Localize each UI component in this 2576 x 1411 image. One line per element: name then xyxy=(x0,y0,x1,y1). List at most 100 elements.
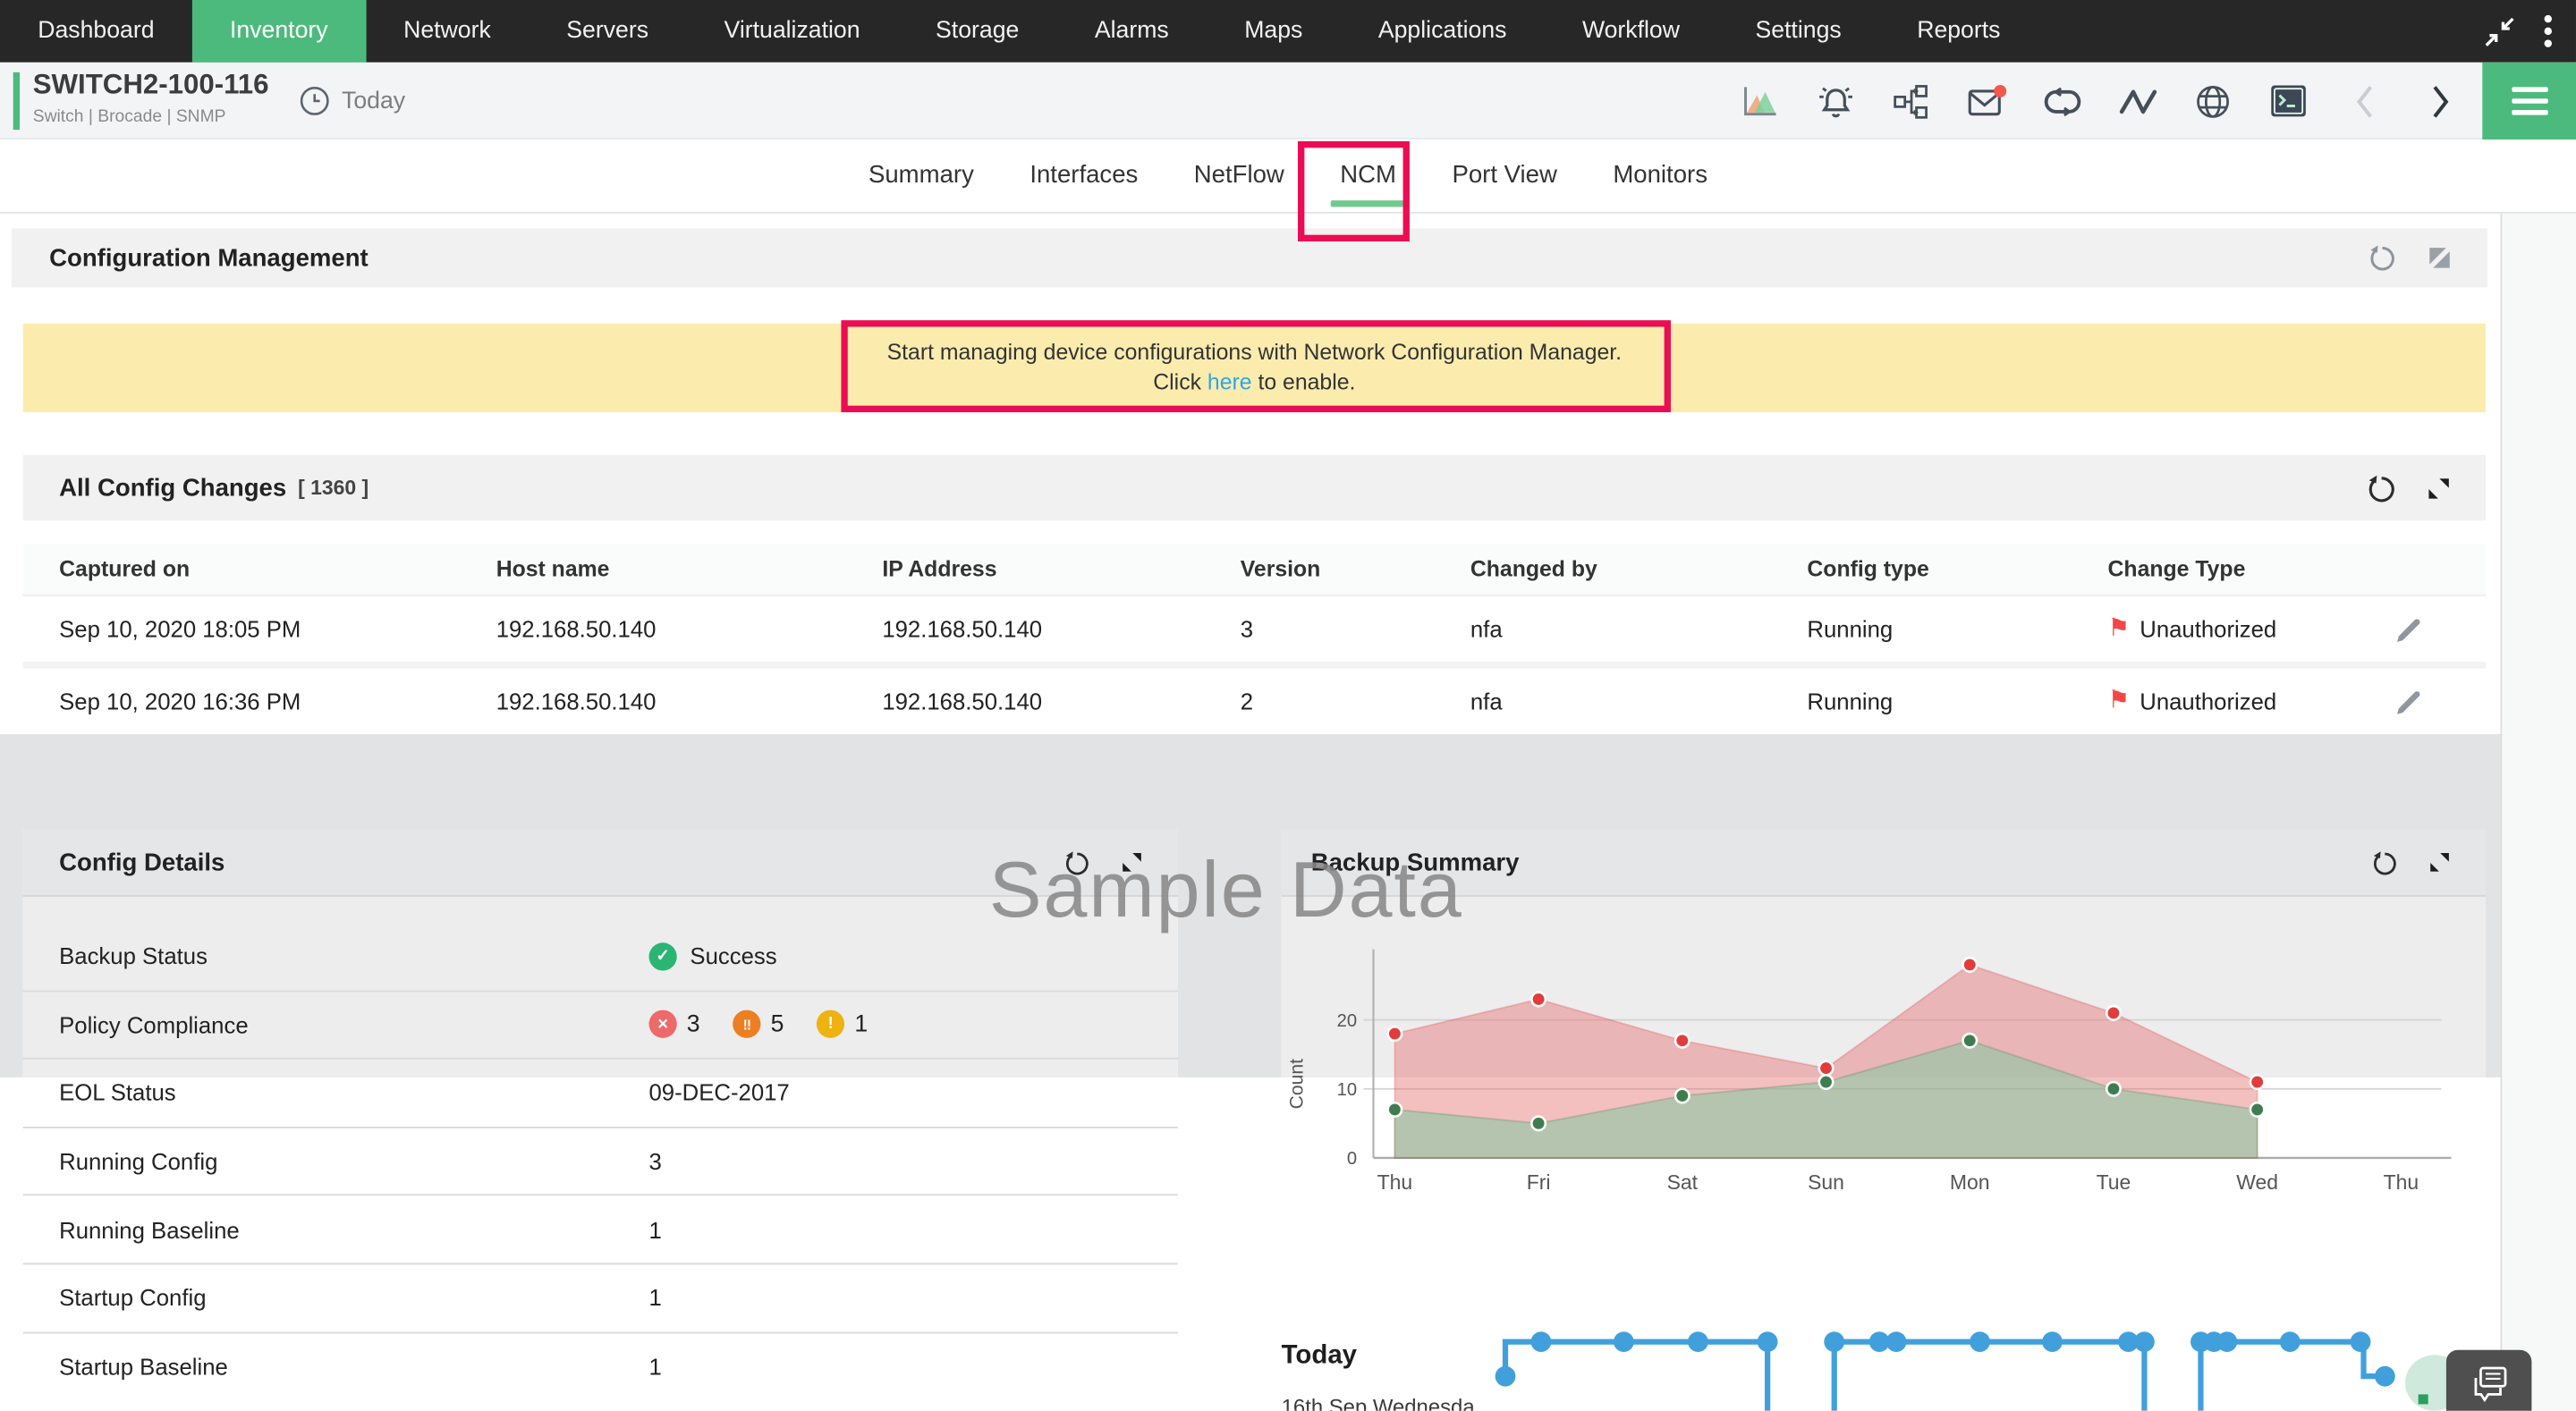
tab-summary[interactable]: Summary xyxy=(841,139,1002,212)
banner-line2-prefix: Click xyxy=(1153,369,1201,394)
major-count: 5 xyxy=(771,1011,784,1037)
device-severity-bar xyxy=(13,72,20,130)
unauthorized-flag-icon: ⚑ xyxy=(2108,618,2131,641)
today-timeline-chart xyxy=(1475,1305,2415,1411)
svg-text:Mon: Mon xyxy=(1950,1170,1990,1194)
device-tabbar: SummaryInterfacesNetFlowNCMPort ViewMoni… xyxy=(0,139,2576,214)
expand-button[interactable] xyxy=(2428,477,2450,499)
column-header-captured-on: Captured on xyxy=(59,557,496,582)
main-nav: DashboardInventoryNetworkServersVirtuali… xyxy=(0,0,2576,63)
edit-config-button[interactable] xyxy=(2395,688,2423,715)
cell-host-name: 192.168.50.140 xyxy=(496,689,883,714)
app-window: DashboardInventoryNetworkServersVirtuali… xyxy=(0,0,2576,1411)
terminal-icon[interactable] xyxy=(2250,63,2326,139)
chevron-left-icon[interactable] xyxy=(2326,63,2402,139)
status-text: Success xyxy=(690,943,776,969)
detail-value: 1 xyxy=(649,1285,1178,1311)
nav-item-virtualization[interactable]: Virtualization xyxy=(686,0,898,63)
configuration-management-bar: Configuration Management xyxy=(12,228,2487,287)
nav-item-settings[interactable]: Settings xyxy=(1717,0,1879,63)
column-header-changed-by: Changed by xyxy=(1470,557,1808,582)
cell-changed-by: nfa xyxy=(1470,689,1808,714)
config-change-row: Sep 10, 2020 16:36 PM192.168.50.140192.1… xyxy=(23,669,2486,734)
chat-support-button[interactable] xyxy=(2446,1350,2532,1411)
refresh-button[interactable] xyxy=(2368,474,2395,502)
device-menu-button[interactable] xyxy=(2482,63,2576,139)
collapse-icon[interactable] xyxy=(2484,15,2515,46)
ncm-enable-banner: Start managing device configurations wit… xyxy=(23,324,2486,412)
config-detail-row-running-baseline: Running Baseline1 xyxy=(23,1196,1178,1264)
main-nav-items: DashboardInventoryNetworkServersVirtuali… xyxy=(0,0,2038,63)
nav-item-maps[interactable]: Maps xyxy=(1207,0,1341,63)
detail-label: Running Baseline xyxy=(59,1216,648,1242)
config-changes-header-row: Captured onHost nameIP AddressVersionCha… xyxy=(23,544,2486,596)
mail-icon[interactable] xyxy=(1948,63,2023,139)
major-badge-icon: !! xyxy=(733,1010,760,1038)
tab-ncm[interactable]: NCM xyxy=(1312,139,1424,212)
sample-data-watermark: Sample Data xyxy=(989,846,1463,936)
change-type-label: Unauthorized xyxy=(2140,616,2276,642)
time-range-picker[interactable]: Today xyxy=(299,63,405,139)
enable-here-link[interactable]: here xyxy=(1208,369,1252,394)
tab-netflow[interactable]: NetFlow xyxy=(1166,139,1312,212)
row-separator xyxy=(23,662,2486,668)
compliance-critical: ×3 xyxy=(649,1010,700,1038)
edit-config-button[interactable] xyxy=(2395,615,2423,643)
success-check-icon: ✓ xyxy=(649,942,677,970)
device-header: SWITCH2-100-116 Switch | Brocade | SNMP … xyxy=(0,63,2576,139)
nav-item-applications[interactable]: Applications xyxy=(1341,0,1545,63)
svg-text:Thu: Thu xyxy=(1377,1170,1413,1194)
tab-port-view[interactable]: Port View xyxy=(1424,139,1585,212)
column-header-ip-address: IP Address xyxy=(882,557,1240,582)
cell-config-type: Running xyxy=(1807,689,2107,714)
detail-label: Policy Compliance xyxy=(59,1011,648,1037)
config-details-title: Config Details xyxy=(59,849,225,876)
config-detail-row-running-config: Running Config3 xyxy=(23,1128,1178,1196)
nav-item-alarms[interactable]: Alarms xyxy=(1057,0,1207,63)
detach-button[interactable] xyxy=(2428,247,2452,270)
alarm-bell-icon[interactable] xyxy=(1797,63,1872,139)
tab-interfaces[interactable]: Interfaces xyxy=(1002,139,1165,212)
refresh-button[interactable] xyxy=(2372,850,2397,875)
pulse-icon[interactable] xyxy=(2099,63,2174,139)
nav-item-servers[interactable]: Servers xyxy=(529,0,686,63)
detail-value: 1 xyxy=(649,1354,1178,1380)
detail-label: Running Config xyxy=(59,1148,648,1174)
nav-item-workflow[interactable]: Workflow xyxy=(1545,0,1718,63)
detail-value: ✓ Success xyxy=(649,942,1178,970)
nav-item-storage[interactable]: Storage xyxy=(898,0,1057,63)
banner-line2: Click here to enable. xyxy=(23,368,2486,397)
nav-item-dashboard[interactable]: Dashboard xyxy=(0,0,192,63)
svg-text:Count: Count xyxy=(1287,1059,1308,1109)
dependency-loop-icon[interactable] xyxy=(2024,63,2099,139)
right-scroll-gutter[interactable] xyxy=(2501,214,2576,1411)
nav-item-network[interactable]: Network xyxy=(366,0,529,63)
performance-graph-icon[interactable] xyxy=(1722,63,1797,139)
unauthorized-flag-icon: ⚑ xyxy=(2108,689,2131,713)
config-detail-row-startup-config: Startup Config1 xyxy=(23,1264,1178,1332)
main-nav-controls xyxy=(2484,0,2553,63)
expand-button[interactable] xyxy=(2430,852,2450,872)
svg-text:Wed: Wed xyxy=(2236,1170,2278,1194)
kebab-menu-icon[interactable] xyxy=(2543,13,2553,49)
detail-label: EOL Status xyxy=(59,1080,648,1106)
config-detail-row-eol-status: EOL Status09-DEC-2017 xyxy=(23,1060,1178,1128)
workflow-icon[interactable] xyxy=(1873,63,1948,139)
detail-label: Backup Status xyxy=(59,943,648,969)
column-header-change-type: Change Type xyxy=(2108,557,2387,582)
globe-icon[interactable] xyxy=(2175,63,2250,139)
cell-version: 2 xyxy=(1241,689,1470,714)
compliance-warning: !1 xyxy=(817,1010,868,1038)
tab-monitors[interactable]: Monitors xyxy=(1585,139,1735,212)
chevron-right-icon[interactable] xyxy=(2402,63,2477,139)
nav-item-reports[interactable]: Reports xyxy=(1879,0,2038,63)
nav-item-inventory[interactable]: Inventory xyxy=(192,0,366,63)
all-config-changes-title: All Config Changes xyxy=(59,474,286,502)
backup-summary-chart: 01020CountThuFriSatSunMonTueWedThu xyxy=(1282,920,2486,1224)
refresh-button[interactable] xyxy=(2369,245,2395,271)
today-date: 16th Sep Wednesda xyxy=(1282,1394,1475,1410)
detail-value: ×3!! 5 !1 xyxy=(649,1010,1178,1038)
config-details-rows: Backup Status✓ Success Policy Compliance×3… xyxy=(23,923,1178,1401)
warning-count: 1 xyxy=(854,1011,868,1037)
svg-text:Thu: Thu xyxy=(2384,1170,2419,1194)
